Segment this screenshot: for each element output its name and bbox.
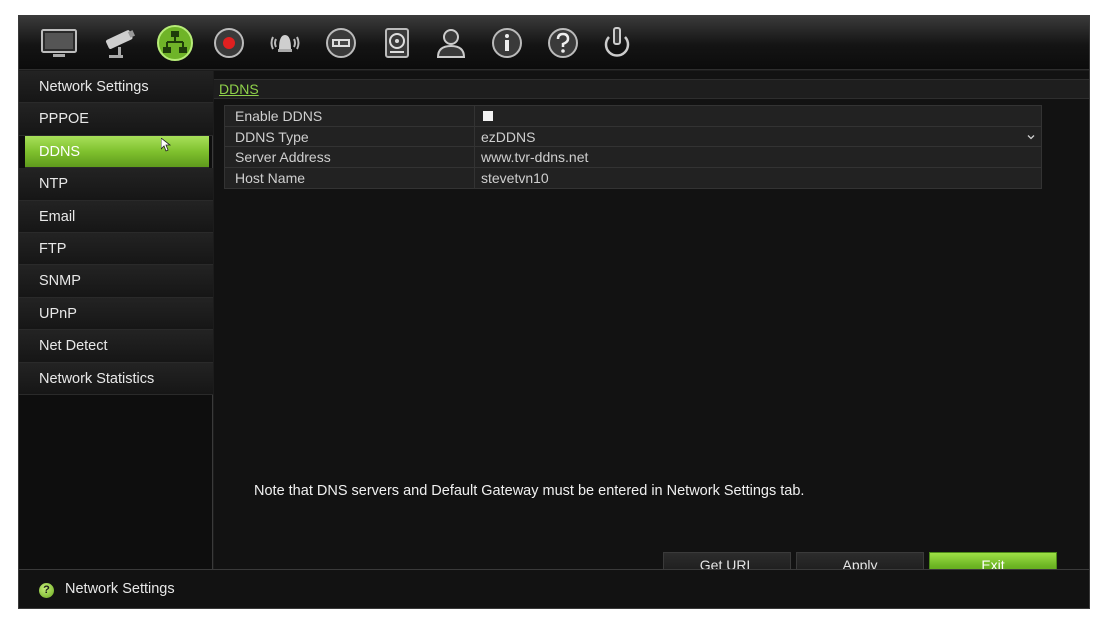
- mouse-cursor-icon: [161, 137, 171, 152]
- main-panel: DDNS Enable DDNS DDNS Type ezDDNS Server…: [214, 71, 1089, 577]
- help-icon[interactable]: [543, 23, 583, 63]
- note-text: Note that DNS servers and Default Gatewa…: [254, 483, 805, 499]
- sidebar-item-ddns[interactable]: DDNS: [25, 135, 209, 169]
- sidebar-item-email[interactable]: Email: [19, 200, 213, 233]
- sidebar-item-net-detect[interactable]: Net Detect: [19, 330, 213, 363]
- ddns-type-label: DDNS Type: [225, 126, 475, 146]
- form-row-server-address: Server Address www.tvr-ddns.net: [225, 147, 1041, 168]
- app-window: Network Settings PPPOE DDNS NTP Email FT…: [18, 15, 1090, 609]
- monitor-icon[interactable]: [39, 23, 79, 63]
- enable-ddns-checkbox[interactable]: [483, 111, 493, 121]
- sidebar-item-network-settings[interactable]: Network Settings: [19, 71, 213, 104]
- sidebar-item-upnp[interactable]: UPnP: [19, 297, 213, 331]
- ddns-form: Enable DDNS DDNS Type ezDDNS Server Addr…: [224, 105, 1042, 189]
- alarm-icon[interactable]: [265, 23, 305, 63]
- top-toolbar: [19, 16, 1089, 70]
- section-title: DDNS: [219, 81, 259, 97]
- info-icon[interactable]: [487, 23, 527, 63]
- sidebar-item-network-statistics[interactable]: Network Statistics: [19, 362, 213, 395]
- sidebar-item-pppoe[interactable]: PPPOE: [19, 103, 213, 136]
- form-row-host-name: Host Name stevetvn10: [225, 167, 1041, 189]
- form-row-enable-ddns: Enable DDNS: [225, 106, 1041, 127]
- enable-ddns-cell: [475, 106, 1041, 126]
- help-status-icon: ?: [39, 583, 54, 598]
- sidebar-item-ntp[interactable]: NTP: [19, 168, 213, 201]
- status-text: Network Settings: [65, 581, 175, 597]
- device-icon[interactable]: [321, 23, 361, 63]
- hdd-icon[interactable]: [377, 23, 417, 63]
- enable-ddns-label: Enable DDNS: [225, 106, 475, 126]
- section-header: DDNS: [214, 79, 1089, 99]
- network-icon[interactable]: [155, 23, 195, 63]
- host-name-label: Host Name: [225, 167, 475, 188]
- server-address-label: Server Address: [225, 147, 475, 167]
- server-address-field[interactable]: www.tvr-ddns.net: [475, 147, 1041, 167]
- ddns-type-select[interactable]: ezDDNS: [475, 127, 1041, 147]
- host-name-field[interactable]: stevetvn10: [475, 168, 1041, 189]
- sidebar: Network Settings PPPOE DDNS NTP Email FT…: [19, 71, 213, 569]
- chevron-down-icon: [1027, 134, 1035, 139]
- power-icon[interactable]: [597, 23, 637, 63]
- camera-icon[interactable]: [101, 23, 141, 63]
- record-icon[interactable]: [209, 23, 249, 63]
- ddns-type-value: ezDDNS: [481, 128, 536, 145]
- sidebar-item-snmp[interactable]: SNMP: [19, 265, 213, 298]
- user-icon[interactable]: [431, 23, 471, 63]
- sidebar-item-label: DDNS: [39, 143, 81, 160]
- form-row-ddns-type: DDNS Type ezDDNS: [225, 126, 1041, 147]
- sidebar-item-ftp[interactable]: FTP: [19, 232, 213, 266]
- status-bar: ? Network Settings: [19, 569, 1089, 608]
